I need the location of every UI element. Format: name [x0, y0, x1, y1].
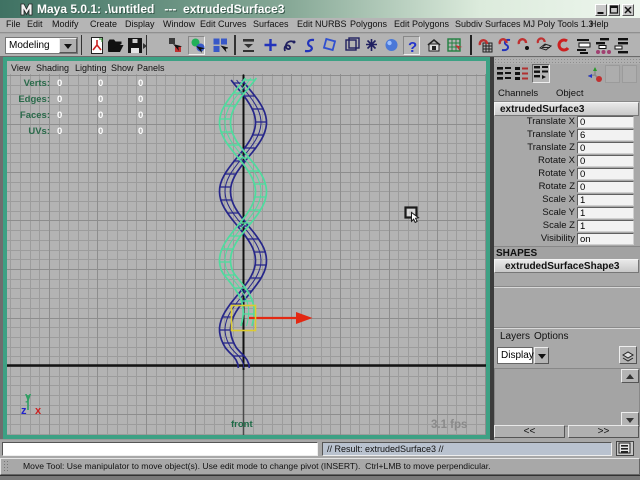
svg-text:x: x — [35, 405, 42, 417]
svg-text:z: z — [21, 405, 27, 417]
svg-text:?: ? — [408, 39, 417, 56]
